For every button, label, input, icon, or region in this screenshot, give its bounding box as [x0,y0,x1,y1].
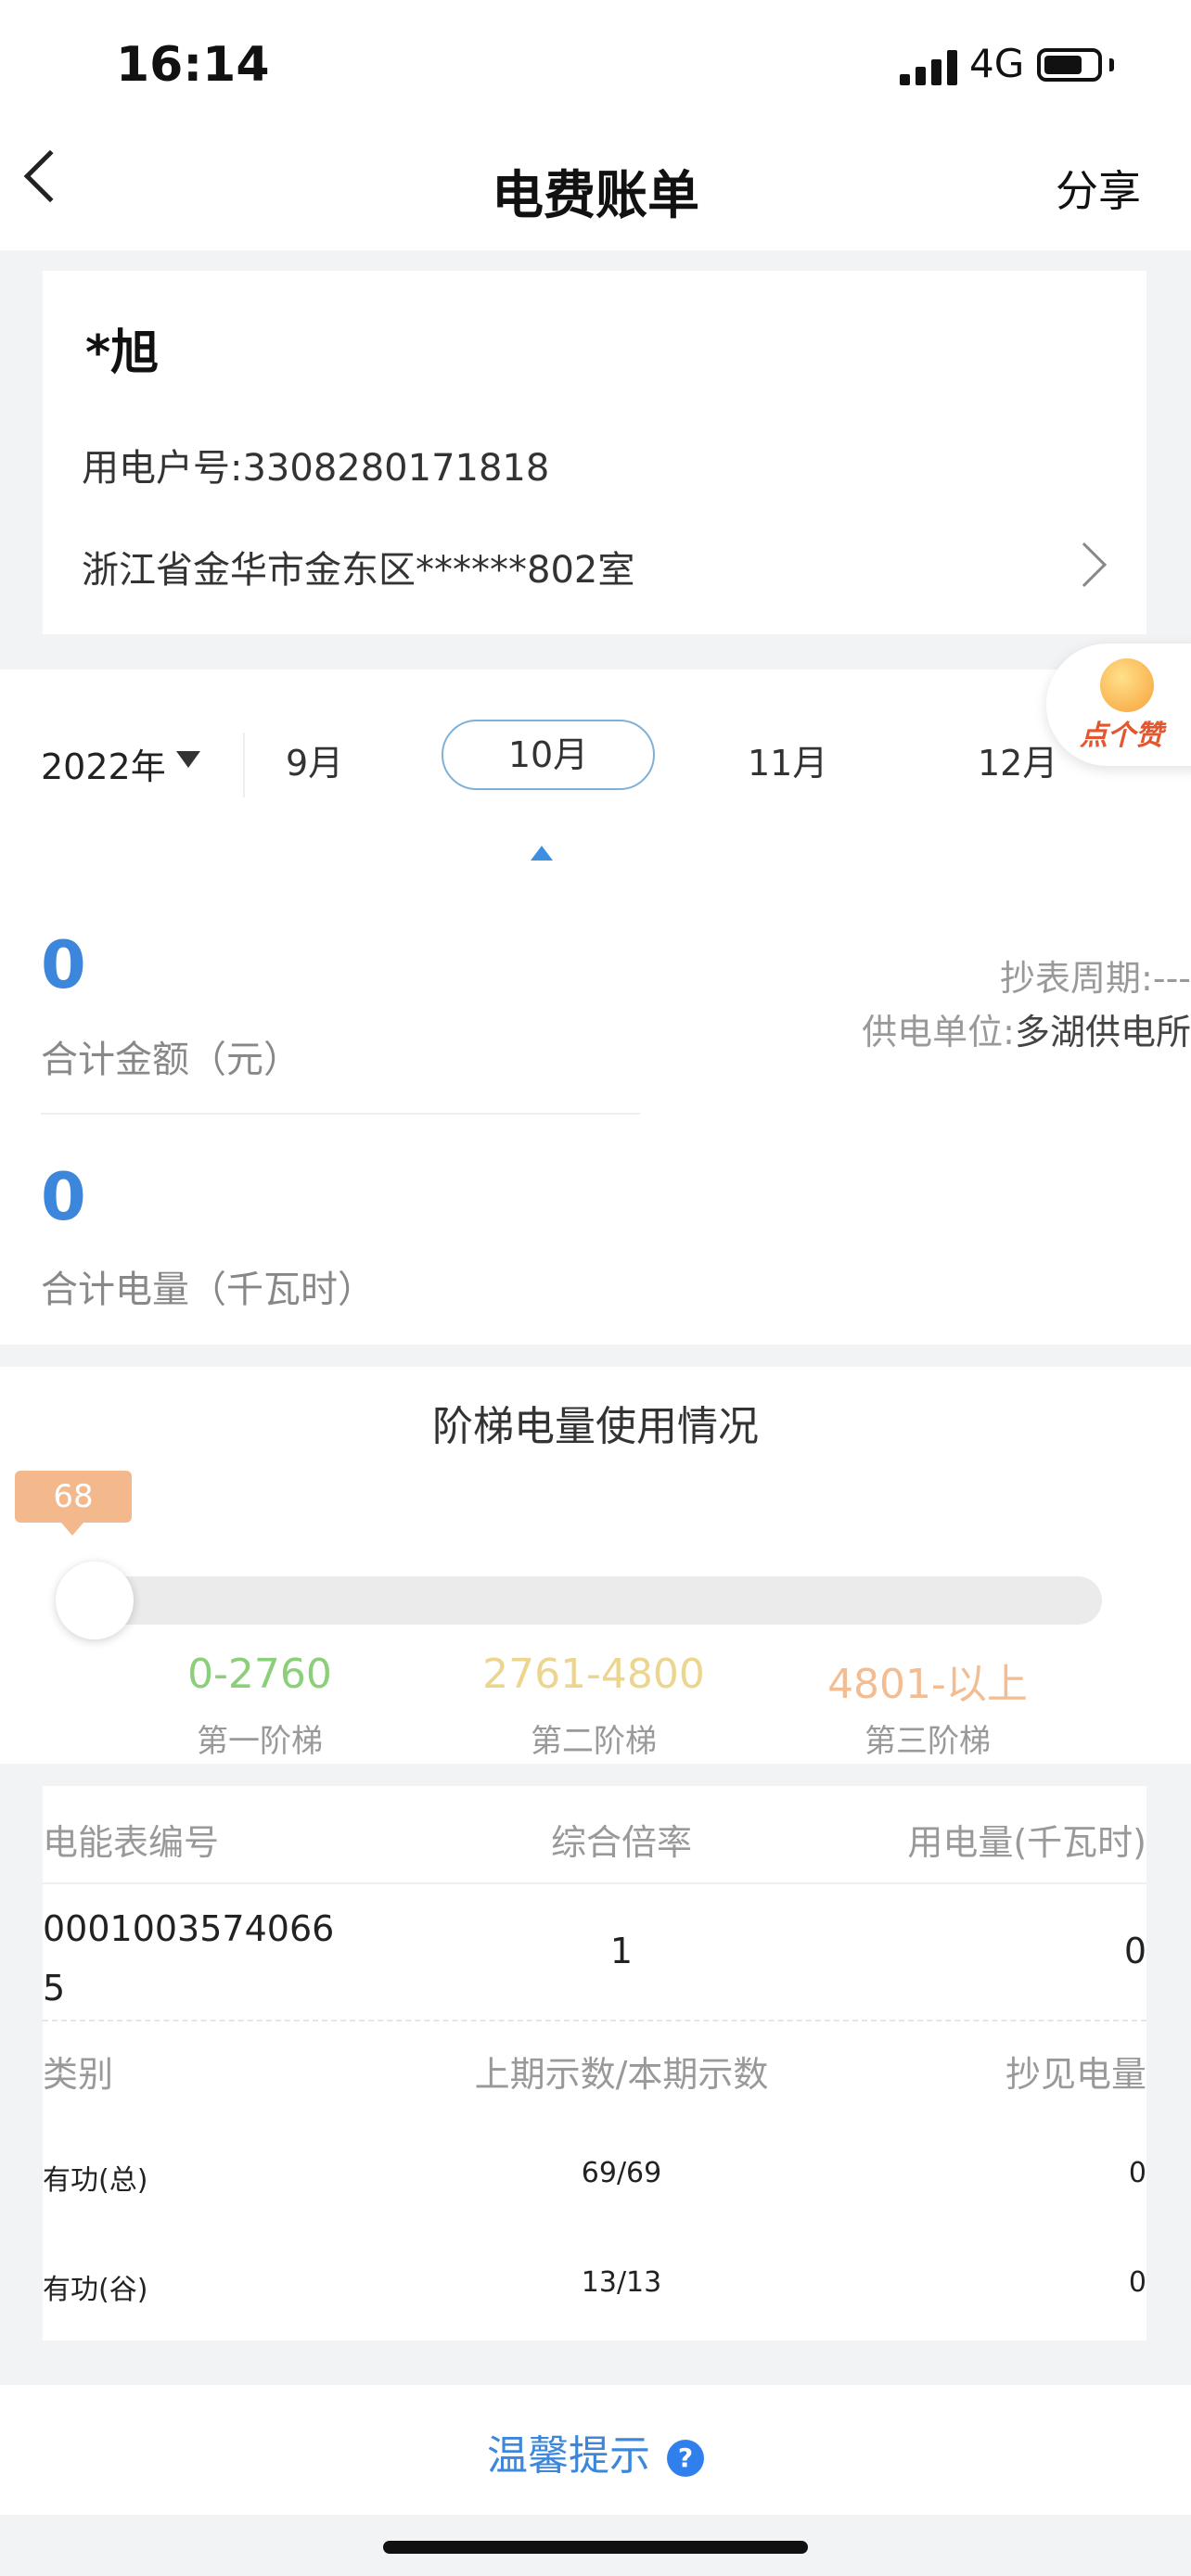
account-name: *旭 [85,325,160,381]
tier-2-name: 第二阶梯 [531,1723,657,1760]
divider [43,1882,1146,1884]
account-address[interactable]: 浙江省金华市金东区******802室 [82,540,634,593]
total-amount: 0 [41,927,86,1003]
tip-button[interactable]: 温馨提示? [0,2422,1191,2481]
month-tab[interactable]: 11月 [748,734,827,785]
tier-1-range: 0-2760 [187,1651,332,1698]
col-header-meter-no: 电能表编号 [43,1822,220,1863]
reading-values: 13/13 [581,2266,662,2299]
usage-bubble: 68 [15,1471,132,1523]
col-header-type: 类别 [43,2054,114,2095]
reading-values: 69/69 [581,2157,662,2189]
question-icon[interactable]: ? [667,2440,704,2477]
meter-period: 抄表周期:--- [1000,950,1191,1001]
meter-period-label: 抄表周期: [1000,958,1153,999]
supply-unit: 供电单位:多湖供电所 [862,1003,1191,1054]
meter-usage: 0 [1123,1931,1146,1971]
tier-title: 阶梯电量使用情况 [432,1403,759,1450]
reading-type: 有功(总) [43,2164,148,2197]
col-header-rate: 综合倍率 [550,1822,692,1863]
reading-type: 有功(谷) [43,2274,148,2306]
home-indicator[interactable] [383,2541,808,2554]
month-tab[interactable]: 12月 [978,734,1057,785]
meter-number: 00010035740665 [43,1908,335,2009]
total-kwh: 0 [41,1159,86,1235]
total-amount-label: 合计金额（元） [41,1039,301,1081]
divider [243,733,245,797]
month-tab-selected[interactable]: 10月 [442,720,655,790]
battery-icon [1037,48,1102,82]
month-tab[interactable]: 9月 [286,734,343,785]
tier-1-name: 第一阶梯 [197,1723,323,1760]
tier-3-name: 第三阶梯 [864,1723,991,1760]
col-header-usage: 用电量(千瓦时) [907,1822,1146,1863]
meter-period-value: --- [1152,958,1191,999]
col-header-read-usage: 抄见电量 [1005,2054,1146,2095]
selected-indicator [531,846,553,861]
account-number: 用电户号:3308280171818 [82,447,550,490]
col-header-readings: 上期示数/本期示数 [474,2054,769,2095]
dropdown-icon[interactable] [176,751,200,768]
bubble-tail [61,1523,83,1536]
reading-usage: 0 [1128,2266,1146,2299]
smile-icon[interactable] [1100,658,1154,712]
tier-2-range: 2761-4800 [482,1651,705,1698]
network-label: 4G [969,41,1025,86]
page-title: 电费账单 [492,166,699,226]
share-button[interactable]: 分享 [1056,158,1141,219]
signal-icon [900,48,957,85]
meter-rate: 1 [609,1931,634,1971]
status-time: 16:14 [116,37,270,93]
supply-unit-label: 供电单位: [862,1012,1015,1052]
tip-label[interactable]: 温馨提示 [487,2432,650,2480]
tier-progress-track [58,1576,1102,1625]
total-kwh-label: 合计电量（千瓦时） [41,1269,375,1311]
like-label[interactable]: 点个赞 [1080,712,1163,753]
battery-cap [1109,58,1114,71]
divider [41,1113,640,1115]
year-select[interactable]: 2022年 [41,738,166,789]
supply-unit-value: 多湖供电所 [1014,1012,1191,1052]
tier-progress-knob [56,1562,134,1639]
reading-usage: 0 [1128,2157,1146,2189]
tier-3-range: 4801-以上 [827,1661,1028,1708]
dashed-divider [43,2020,1146,2021]
